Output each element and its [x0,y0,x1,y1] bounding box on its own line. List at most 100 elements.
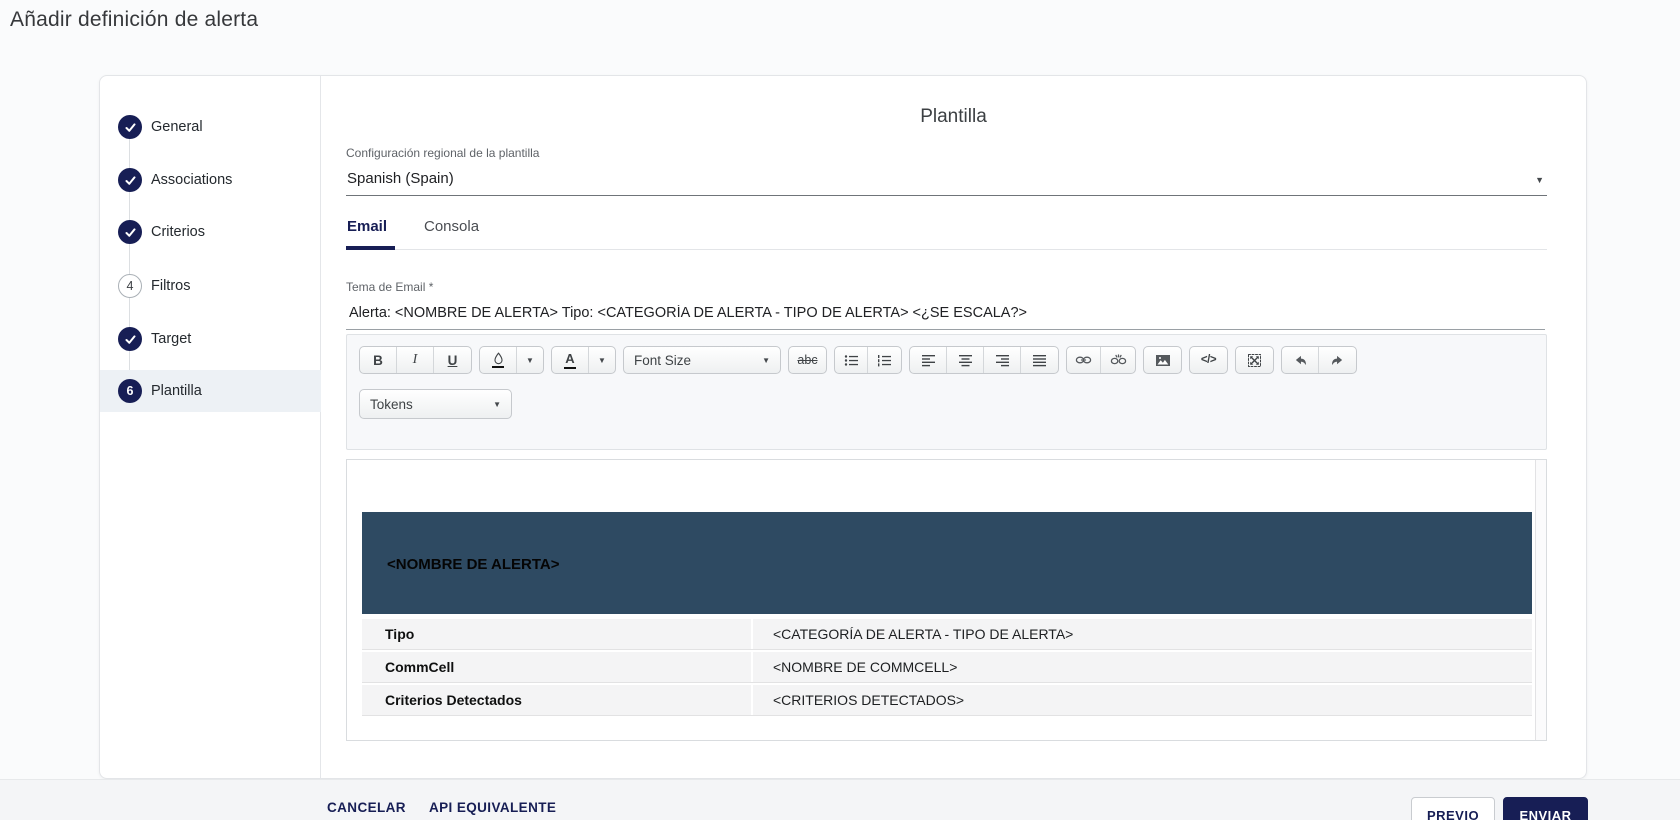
align-right-icon [995,354,1010,367]
stepper-item-criterios[interactable]: Criterios [100,211,321,253]
chevron-down-icon: ▼ [598,355,606,365]
tab-consola[interactable]: Consola [424,218,479,235]
row-label: Tipo [385,626,415,642]
step-completed-icon [118,327,142,351]
html-code-button[interactable]: </> [1190,347,1227,373]
wizard-stepper: General Associations Criterios 4 Filtros… [100,76,321,778]
stepper-item-filtros[interactable]: 4 Filtros [100,265,321,307]
align-center-button[interactable] [947,347,984,373]
locale-select[interactable]: Spanish (Spain) ▼ [346,166,1547,196]
row-label: CommCell [385,659,455,675]
alert-name-token: <NOMBRE DE ALERTA> [387,556,560,573]
email-body-editor[interactable]: <NOMBRE DE ALERTA> Tipo <CATEGORÍA DE AL… [346,459,1547,741]
fullscreen-icon [1247,353,1262,368]
previous-button[interactable]: PREVIO [1411,797,1495,820]
chevron-down-icon: ▼ [493,399,501,409]
stepper-item-target[interactable]: Target [100,318,321,360]
step-number-badge: 6 [118,379,142,403]
insert-image-button[interactable] [1144,347,1181,373]
subject-field-label: Tema de Email * [346,280,434,294]
row-value: <CATEGORÍA DE ALERTA - TIPO DE ALERTA> [751,619,1532,649]
font-size-select[interactable]: Font Size ▼ [623,346,781,374]
align-right-button[interactable] [984,347,1021,373]
image-icon [1155,354,1171,367]
email-preview-banner: <NOMBRE DE ALERTA> [362,512,1532,614]
strikethrough-button[interactable]: abc [789,347,826,373]
tokens-select[interactable]: Tokens ▼ [359,389,512,419]
image-group [1143,346,1182,374]
row-value: <CRITERIOS DETECTADOS> [751,685,1532,715]
list-group [834,346,902,374]
wizard-card: General Associations Criterios 4 Filtros… [99,75,1587,779]
code-group: </> [1189,346,1228,374]
step-number-badge: 4 [118,274,142,298]
stepper-item-general[interactable]: General [100,106,321,148]
align-group [909,346,1059,374]
link-group [1066,346,1136,374]
history-group [1281,346,1357,374]
submit-button[interactable]: ENVIAR [1503,797,1588,820]
underline-button[interactable]: U [434,347,471,373]
highlight-color-group: ▼ [479,346,544,374]
api-equivalent-button[interactable]: API EQUIVALENTE [429,800,556,815]
tokens-label: Tokens [370,396,413,412]
droplet-icon [492,352,505,365]
toolbar-row-1: B I U ▼ A ▼ Font Size ▼ abc </> [359,346,1357,374]
remove-link-button[interactable] [1101,347,1135,373]
undo-button[interactable] [1282,347,1319,373]
font-color-button[interactable]: A [552,347,589,373]
email-preview-table: Tipo <CATEGORÍA DE ALERTA - TIPO DE ALER… [362,619,1532,718]
table-row: Tipo <CATEGORÍA DE ALERTA - TIPO DE ALER… [362,619,1532,650]
step-label: Filtros [151,278,191,294]
section-heading: Plantilla [920,106,987,127]
step-label: General [151,119,203,135]
table-row: CommCell <NOMBRE DE COMMCELL> [362,652,1532,683]
toolbar-row-2: Tokens ▼ [359,389,512,419]
stepper-item-plantilla[interactable]: 6 Plantilla [100,370,321,412]
locale-field-label: Configuración regional de la plantilla [346,146,540,160]
bullet-list-icon [844,354,859,367]
stepper-item-associations[interactable]: Associations [100,159,321,201]
highlight-color-button[interactable] [480,347,517,373]
wizard-footer: CANCELAR API EQUIVALENTE PREVIO ENVIAR [0,779,1680,820]
align-justify-button[interactable] [1021,347,1058,373]
current-highlight-color [492,365,504,369]
step-label: Criterios [151,224,205,240]
align-left-icon [921,354,936,367]
undo-icon [1293,354,1308,367]
current-font-color [564,366,576,370]
email-subject-input[interactable] [346,298,1545,330]
tabs-divider [346,249,1547,250]
italic-button[interactable]: I [397,347,434,373]
align-center-icon [958,354,973,367]
strikethrough-group: abc [788,346,827,374]
chevron-down-icon: ▼ [762,355,770,365]
tab-email[interactable]: Email [347,218,387,235]
template-tabs: Email Consola [346,214,1547,250]
unordered-list-button[interactable] [835,347,868,373]
page-title: Añadir definición de alerta [10,8,259,31]
ordered-list-button[interactable] [868,347,901,373]
active-tab-indicator [346,246,395,250]
step-completed-icon [118,168,142,192]
fullscreen-group [1235,346,1274,374]
fullscreen-button[interactable] [1236,347,1273,373]
step-label: Target [151,331,192,347]
font-color-caret-button[interactable]: ▼ [589,347,615,373]
editor-scrollbar[interactable] [1535,460,1546,740]
cancel-button[interactable]: CANCELAR [327,800,406,815]
numbered-list-icon [877,354,892,367]
align-left-button[interactable] [910,347,947,373]
font-size-label: Font Size [634,352,692,368]
bold-button[interactable]: B [360,347,397,373]
redo-button[interactable] [1319,347,1356,373]
font-color-group: A ▼ [551,346,616,374]
chevron-down-icon: ▼ [1535,175,1544,185]
highlight-color-caret-button[interactable]: ▼ [517,347,543,373]
redo-icon [1330,354,1345,367]
insert-link-button[interactable] [1067,347,1101,373]
step-label: Plantilla [151,383,202,399]
text-style-group: B I U [359,346,472,374]
row-value: <NOMBRE DE COMMCELL> [751,652,1532,682]
link-icon [1075,355,1092,365]
